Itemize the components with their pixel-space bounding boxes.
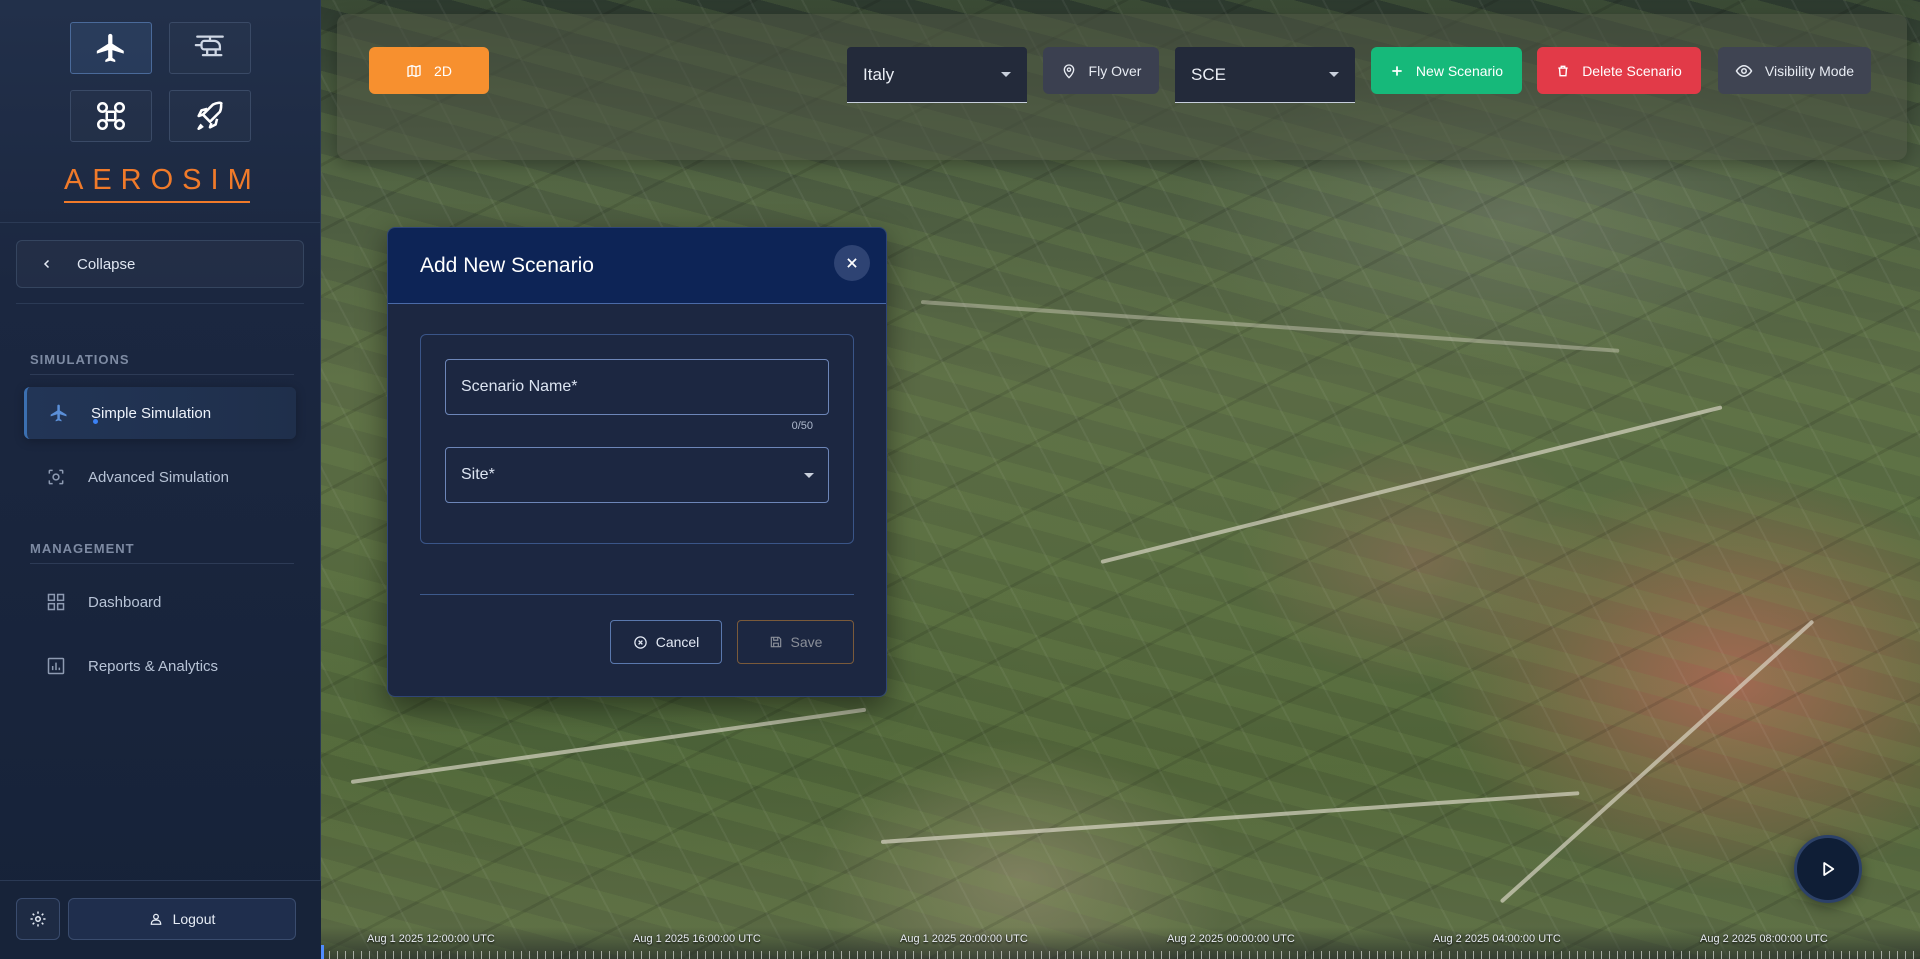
sidebar-item-reports[interactable]: Reports & Analytics: [24, 640, 296, 692]
delete-scenario-button[interactable]: Delete Scenario: [1537, 47, 1701, 94]
delete-scenario-label: Delete Scenario: [1582, 62, 1682, 79]
dashboard-icon: [24, 592, 88, 612]
timeline-label: Aug 1 2025 16:00:00 UTC: [633, 933, 761, 945]
collapse-button[interactable]: Collapse: [16, 240, 304, 288]
new-scenario-label: New Scenario: [1415, 62, 1504, 79]
logout-button[interactable]: Logout: [68, 898, 296, 940]
save-icon: [770, 636, 781, 648]
settings-button[interactable]: [16, 898, 60, 940]
dialog-divider: [420, 594, 854, 595]
trash-icon: [1558, 65, 1568, 76]
save-label: Save: [790, 634, 823, 650]
view-mode-button[interactable]: 2D: [369, 47, 489, 94]
rocket-icon: [197, 101, 223, 131]
scan-icon: [24, 467, 88, 487]
collapse-label: Collapse: [77, 255, 136, 273]
drone-icon: [96, 101, 126, 131]
section-divider: [30, 563, 294, 564]
sidebar-divider: [16, 303, 304, 304]
visibility-mode-button[interactable]: Visibility Mode: [1718, 47, 1871, 94]
site-field-label: Site*: [461, 466, 495, 483]
sidebar-item-label: Dashboard: [88, 593, 162, 611]
view-mode-label: 2D: [434, 62, 452, 79]
scenario-form: Scenario Name* 0/50 Site*: [420, 334, 854, 544]
map-pin-icon: [1063, 63, 1074, 79]
timeline-ticks: [321, 951, 1920, 959]
cancel-label: Cancel: [655, 634, 700, 650]
sidebar-item-label: Simple Simulation: [91, 404, 212, 422]
scenario-name-field[interactable]: Scenario Name*: [445, 359, 829, 415]
play-button[interactable]: [1794, 835, 1862, 903]
plus-icon: [1392, 65, 1402, 76]
vehicle-helicopter-button[interactable]: [169, 22, 251, 74]
site-select[interactable]: SCE: [1175, 47, 1355, 103]
map-icon: [407, 64, 421, 77]
timeline-label: Aug 1 2025 20:00:00 UTC: [900, 933, 1028, 945]
country-select[interactable]: Italy: [847, 47, 1027, 103]
timeline-label: Aug 2 2025 08:00:00 UTC: [1700, 933, 1828, 945]
eye-icon: [1735, 64, 1753, 77]
flyover-label: Fly Over: [1088, 62, 1142, 79]
save-button[interactable]: Save: [737, 620, 854, 664]
app-logo: AEROSIM: [64, 164, 252, 203]
timeline-cursor[interactable]: [321, 945, 324, 959]
airplane-icon: [96, 33, 124, 63]
close-icon: [847, 258, 857, 268]
cancel-circle-icon: [633, 635, 647, 649]
vehicle-rocket-button[interactable]: [169, 90, 251, 142]
timeline-label: Aug 2 2025 00:00:00 UTC: [1167, 933, 1295, 945]
section-label-simulations: SIMULATIONS: [30, 352, 130, 367]
sidebar-item-dashboard[interactable]: Dashboard: [24, 576, 296, 628]
dialog-body: Scenario Name* 0/50 Site* Cancel Save: [388, 304, 886, 696]
visibility-mode-label: Visibility Mode: [1764, 62, 1855, 79]
timeline[interactable]: Aug 1 2025 12:00:00 UTC Aug 1 2025 16:00…: [321, 927, 1920, 959]
vehicle-drone-button[interactable]: [70, 90, 152, 142]
site-select-value: SCE: [1191, 64, 1226, 84]
flyover-button[interactable]: Fly Over: [1043, 47, 1159, 94]
vehicle-airplane-button[interactable]: [70, 22, 152, 74]
close-button[interactable]: [834, 245, 870, 281]
user-icon: [150, 913, 161, 925]
dialog-title: Add New Scenario: [420, 253, 594, 277]
scenario-name-label: Scenario Name*: [461, 378, 578, 395]
cancel-button[interactable]: Cancel: [610, 620, 722, 664]
active-indicator: [93, 419, 98, 424]
country-select-value: Italy: [863, 64, 895, 84]
vehicle-selector: [70, 22, 251, 142]
helicopter-icon: [194, 35, 224, 57]
timeline-label: Aug 1 2025 12:00:00 UTC: [367, 933, 495, 945]
logout-label: Logout: [172, 911, 216, 927]
timeline-label: Aug 2 2025 04:00:00 UTC: [1433, 933, 1561, 945]
caret-down-icon: [804, 473, 814, 478]
add-scenario-dialog: Add New Scenario Scenario Name* 0/50 Sit…: [387, 227, 887, 697]
sidebar-divider: [0, 222, 321, 223]
caret-down-icon: [1329, 72, 1339, 77]
sidebar-item-advanced-simulation[interactable]: Advanced Simulation: [24, 451, 296, 503]
sidebar-item-label: Reports & Analytics: [88, 657, 219, 675]
sidebar: AEROSIM Collapse SIMULATIONS Simple Simu…: [0, 0, 321, 959]
sidebar-item-label: Advanced Simulation: [88, 468, 229, 486]
play-icon: [1823, 862, 1835, 876]
gear-icon: [30, 911, 46, 927]
chevron-left-icon: [17, 258, 77, 270]
chart-icon: [24, 656, 88, 676]
section-divider: [30, 374, 294, 375]
dialog-header: Add New Scenario: [388, 228, 886, 304]
site-select-field[interactable]: Site*: [445, 447, 829, 503]
sidebar-item-simple-simulation[interactable]: Simple Simulation: [24, 387, 296, 439]
character-counter: 0/50: [791, 420, 813, 432]
new-scenario-button[interactable]: New Scenario: [1371, 47, 1522, 94]
section-label-management: MANAGEMENT: [30, 541, 135, 556]
airplane-icon: [27, 403, 91, 423]
caret-down-icon: [1001, 72, 1011, 77]
